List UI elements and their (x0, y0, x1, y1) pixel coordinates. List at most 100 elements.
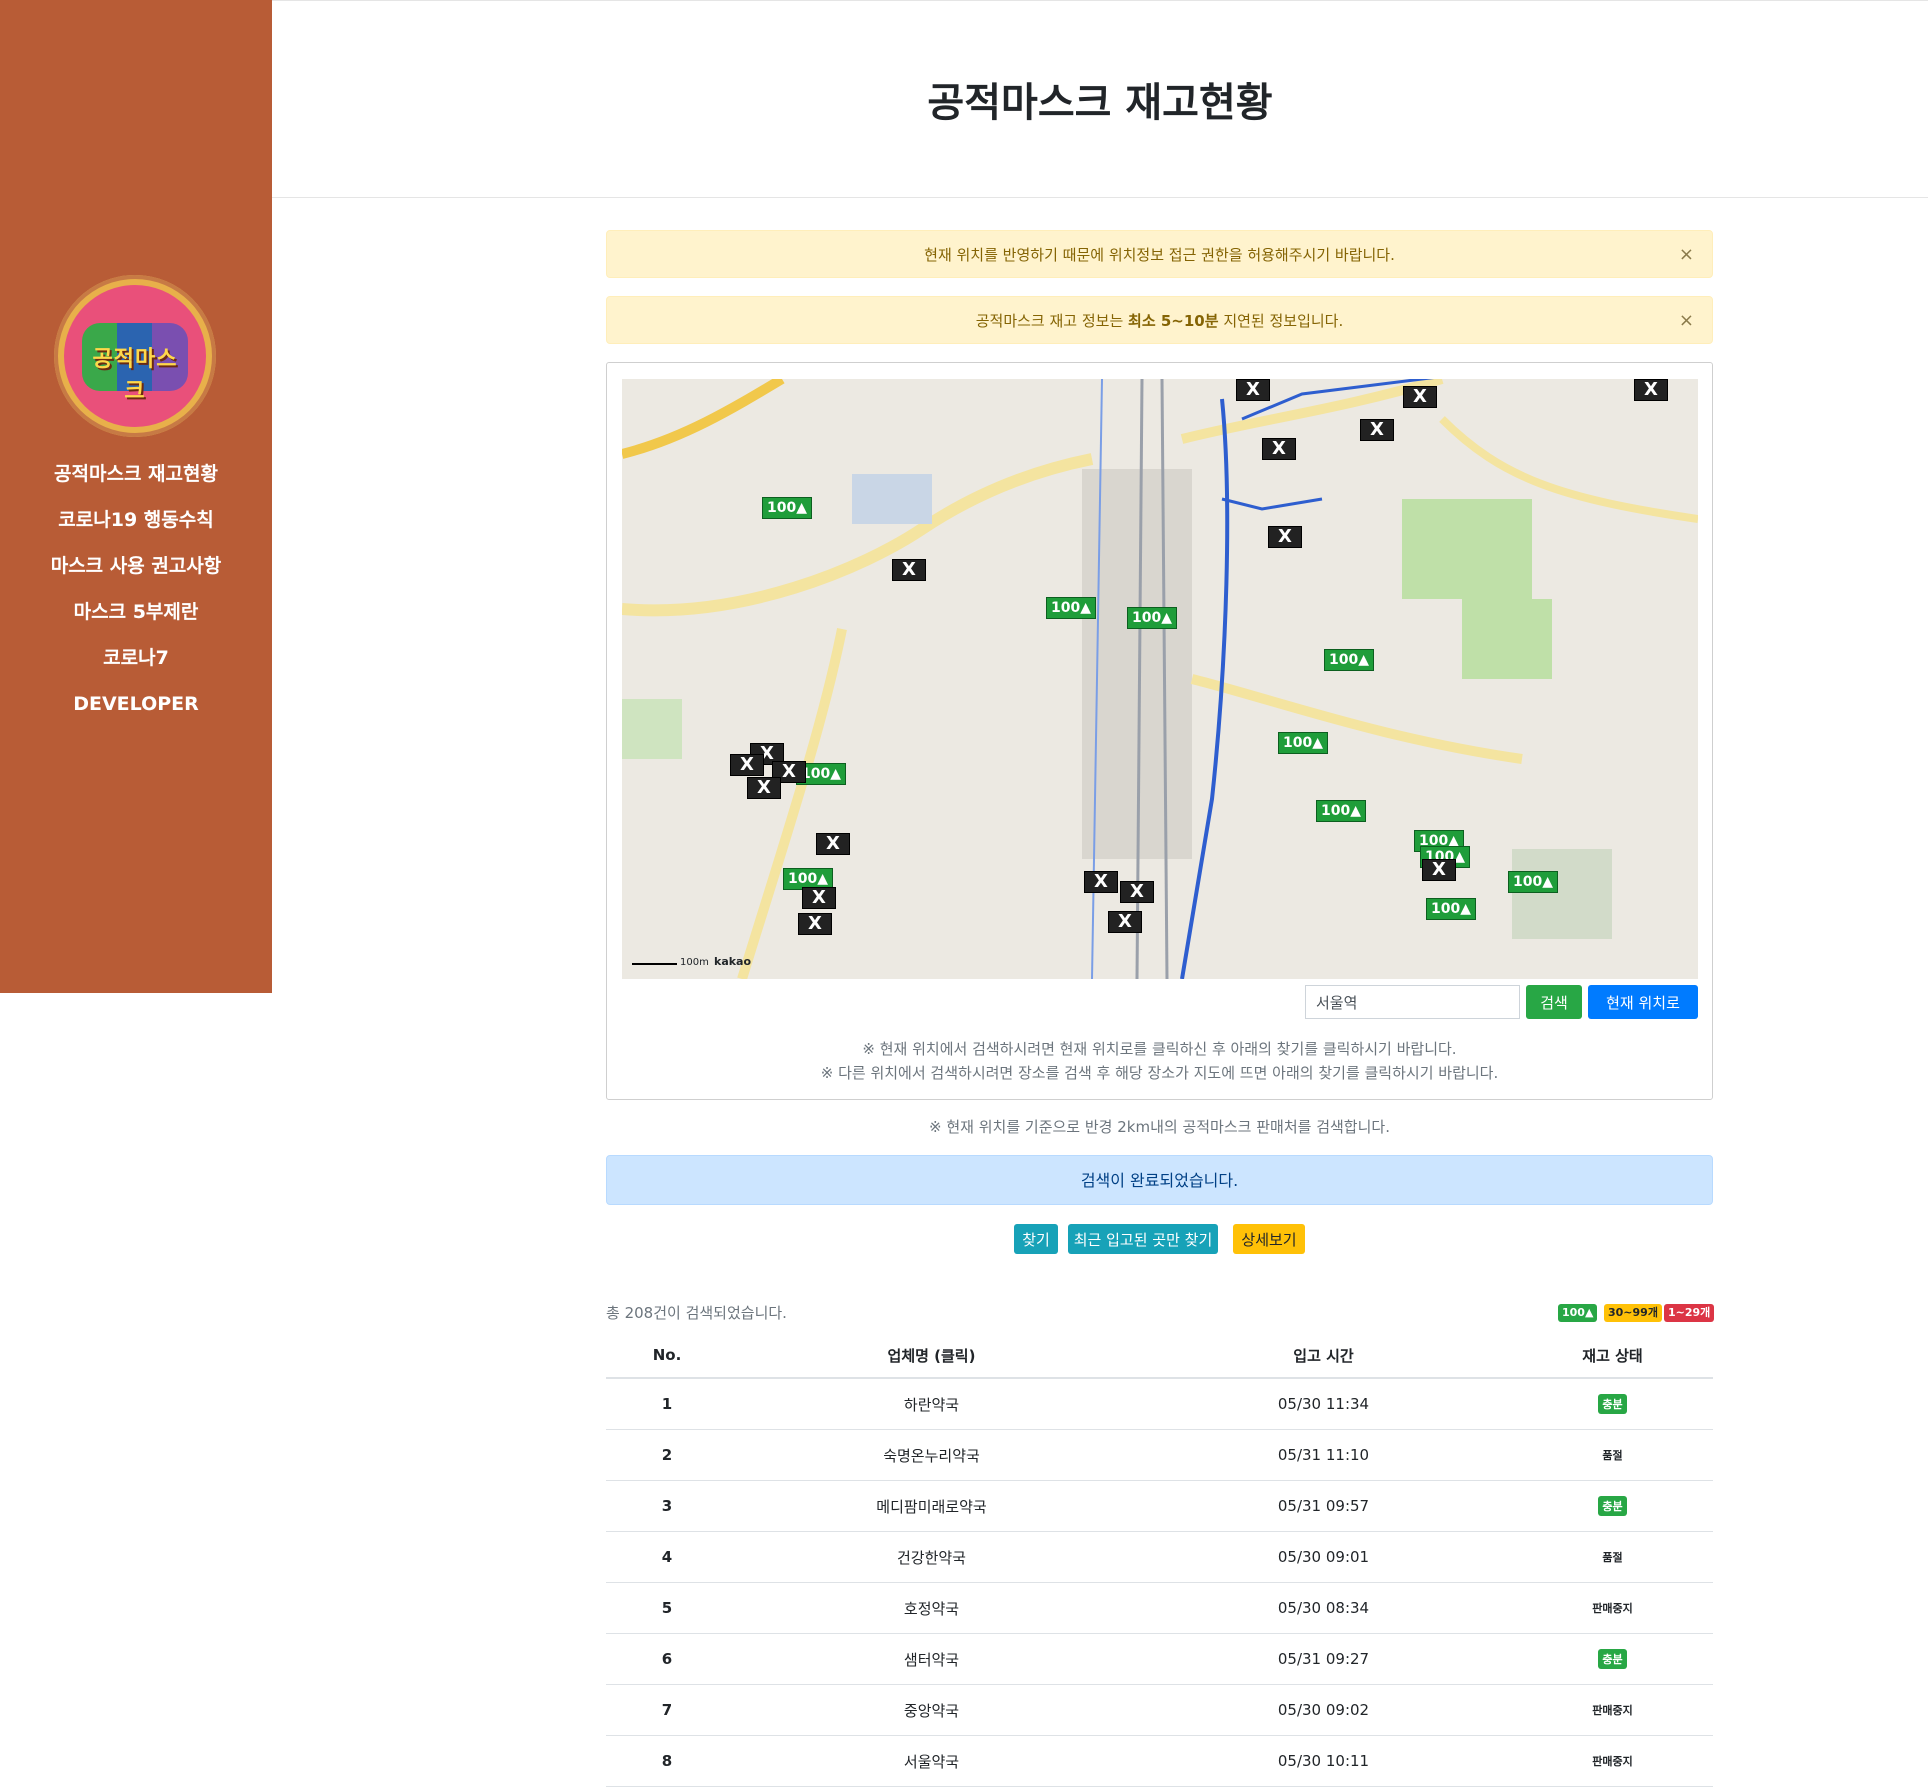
search-button[interactable]: 검색 (1526, 985, 1582, 1019)
status-badge: 품절 (1602, 1551, 1623, 1564)
status-badge: 충분 (1598, 1394, 1627, 1414)
row-name-link[interactable]: 중앙약국 (728, 1684, 1135, 1736)
note-current-location: ※ 현재 위치에서 검색하시려면 현재 위치로를 클릭하신 후 아래의 찾기를 … (862, 1040, 1457, 1058)
map-marker-available[interactable]: 100▲ (1127, 607, 1177, 629)
table-row: 2 숙명온누리약국 05/31 11:10 품절 (606, 1429, 1713, 1481)
map-marker-soldout[interactable]: X (798, 913, 832, 935)
status-badge: 판매중지 (1592, 1602, 1633, 1615)
table-row: 1 하란약국 05/30 11:34 충분 (606, 1378, 1713, 1430)
header-divider (272, 197, 1928, 198)
nav-item-developer[interactable]: DEVELOPER (0, 685, 272, 731)
alert-data-delay: 공적마스크 재고 정보는 최소 5~10분 지연된 정보입니다. × (606, 296, 1713, 344)
alert-location-text: 현재 위치를 반영하기 때문에 위치정보 접근 권한을 허용해주시기 바랍니다. (924, 246, 1395, 264)
row-time: 05/31 09:57 (1135, 1480, 1512, 1532)
map-marker-available[interactable]: 100▲ (1426, 898, 1476, 920)
alert-delay-suffix: 지연된 정보입니다. (1218, 312, 1344, 330)
nav-item-mask-5day-rule[interactable]: 마스크 5부제란 (0, 593, 272, 639)
map-marker-soldout[interactable]: X (802, 887, 836, 909)
logo[interactable]: 공적마스크 (54, 275, 216, 437)
map-marker-soldout[interactable]: X (1422, 859, 1456, 881)
map-marker-soldout[interactable]: X (1360, 419, 1394, 441)
map[interactable]: 100m kakao 100▲ 100▲ 100▲ 100▲ 100▲ 100▲… (622, 379, 1698, 979)
map-marker-soldout[interactable]: X (1120, 881, 1154, 903)
row-no: 1 (606, 1378, 728, 1430)
row-no: 6 (606, 1633, 728, 1685)
map-marker-available[interactable]: 100▲ (1278, 732, 1328, 754)
row-name-link[interactable]: 메디팜미래로약국 (728, 1480, 1135, 1532)
map-provider-logo: kakao (714, 955, 752, 968)
search-status-alert: 검색이 완료되었습니다. (606, 1155, 1713, 1205)
row-status-cell: 충분 (1512, 1633, 1713, 1685)
status-badge: 판매중지 (1592, 1755, 1633, 1768)
map-marker-soldout[interactable]: X (1236, 379, 1270, 401)
place-search-input[interactable] (1305, 985, 1520, 1019)
row-status-cell: 충분 (1512, 1480, 1713, 1532)
map-marker-soldout[interactable]: X (1268, 526, 1302, 548)
close-icon[interactable]: × (1679, 297, 1694, 345)
nav-item-mask-recommendations[interactable]: 마스크 사용 권고사항 (0, 547, 272, 593)
logo-text: 공적마스크 (92, 347, 178, 404)
map-marker-soldout[interactable]: X (892, 559, 926, 581)
result-count: 총 208건이 검색되었습니다. (606, 1304, 787, 1322)
map-marker-available[interactable]: 100▲ (1316, 800, 1366, 822)
row-status-cell: 판매중지 (1512, 1582, 1713, 1634)
row-time: 05/31 09:27 (1135, 1633, 1512, 1685)
col-name: 업체명 (클릭) (728, 1333, 1135, 1379)
map-marker-soldout[interactable]: X (1262, 438, 1296, 460)
alert-location-permission: 현재 위치를 반영하기 때문에 위치정보 접근 권한을 허용해주시기 바랍니다.… (606, 230, 1713, 278)
map-marker-available[interactable]: 100▲ (1508, 871, 1558, 893)
note-other-location: ※ 다른 위치에서 검색하시려면 장소를 검색 후 해당 장소가 지도에 뜨면 … (820, 1064, 1499, 1082)
nav-item-corona7[interactable]: 코로나7 (0, 639, 272, 685)
map-marker-soldout[interactable]: X (747, 777, 781, 799)
row-status-cell: 판매중지 (1512, 1684, 1713, 1736)
map-marker-soldout[interactable]: X (1403, 386, 1437, 408)
table-header-row: No. 업체명 (클릭) 입고 시간 재고 상태 (606, 1333, 1713, 1379)
row-status-cell: 판매중지 (1512, 1735, 1713, 1787)
row-no: 3 (606, 1480, 728, 1532)
recent-stock-button[interactable]: 최근 입고된 곳만 찾기 (1068, 1224, 1218, 1254)
row-name-link[interactable]: 하란약국 (728, 1378, 1135, 1430)
row-time: 05/30 10:11 (1135, 1735, 1512, 1787)
map-marker-soldout[interactable]: X (1084, 871, 1118, 893)
map-marker-available[interactable]: 100▲ (1324, 649, 1374, 671)
detail-button[interactable]: 상세보기 (1233, 1224, 1305, 1254)
row-status-cell: 품절 (1512, 1531, 1713, 1583)
map-marker-available[interactable]: 100▲ (1046, 597, 1096, 619)
row-no: 4 (606, 1531, 728, 1583)
row-time: 05/30 08:34 (1135, 1582, 1512, 1634)
sidebar-nav: 공적마스크 재고현황 코로나19 행동수칙 마스크 사용 권고사항 마스크 5부… (0, 455, 272, 731)
map-marker-soldout[interactable]: X (1634, 379, 1668, 401)
logo-ring: 공적마스크 (64, 285, 206, 427)
table-row: 7 중앙약국 05/30 09:02 판매중지 (606, 1684, 1713, 1736)
row-name-link[interactable]: 숙명온누리약국 (728, 1429, 1135, 1481)
row-time: 05/30 11:34 (1135, 1378, 1512, 1430)
map-marker-soldout[interactable]: X (816, 833, 850, 855)
row-no: 8 (606, 1735, 728, 1787)
row-name-link[interactable]: 호정약국 (728, 1582, 1135, 1634)
row-no: 7 (606, 1684, 728, 1736)
page-title: 공적마스크 재고현황 (927, 80, 1273, 126)
row-name-link[interactable]: 샘터약국 (728, 1633, 1135, 1685)
map-marker-soldout[interactable]: X (730, 754, 764, 776)
legend-badge-some: 30~99개 (1604, 1304, 1662, 1322)
table-row: 4 건강한약국 05/30 09:01 품절 (606, 1531, 1713, 1583)
row-name-link[interactable]: 서울약국 (728, 1735, 1135, 1787)
close-icon[interactable]: × (1679, 231, 1694, 279)
map-marker-soldout[interactable]: X (1108, 911, 1142, 933)
find-button[interactable]: 찾기 (1014, 1224, 1058, 1254)
alert-delay-bold: 최소 5~10분 (1128, 312, 1219, 330)
nav-item-mask-stock[interactable]: 공적마스크 재고현황 (0, 455, 272, 501)
col-status: 재고 상태 (1512, 1333, 1713, 1379)
current-location-button[interactable]: 현재 위치로 (1588, 985, 1698, 1019)
map-marker-available[interactable]: 100▲ (762, 497, 812, 519)
results-table: No. 업체명 (클릭) 입고 시간 재고 상태 1 하란약국 05/30 11… (606, 1333, 1713, 1787)
status-badge: 충분 (1598, 1496, 1627, 1516)
sidebar: 공적마스크 공적마스크 재고현황 코로나19 행동수칙 마스크 사용 권고사항 … (0, 0, 272, 993)
note-search-radius: ※ 현재 위치를 기준으로 반경 2km내의 공적마스크 판매처를 검색합니다. (929, 1118, 1390, 1136)
nav-item-covid-guidelines[interactable]: 코로나19 행동수칙 (0, 501, 272, 547)
status-badge: 품절 (1602, 1449, 1623, 1462)
row-name-link[interactable]: 건강한약국 (728, 1531, 1135, 1583)
map-scale-label: 100m (680, 957, 709, 968)
table-row: 5 호정약국 05/30 08:34 판매중지 (606, 1582, 1713, 1634)
row-time: 05/30 09:02 (1135, 1684, 1512, 1736)
